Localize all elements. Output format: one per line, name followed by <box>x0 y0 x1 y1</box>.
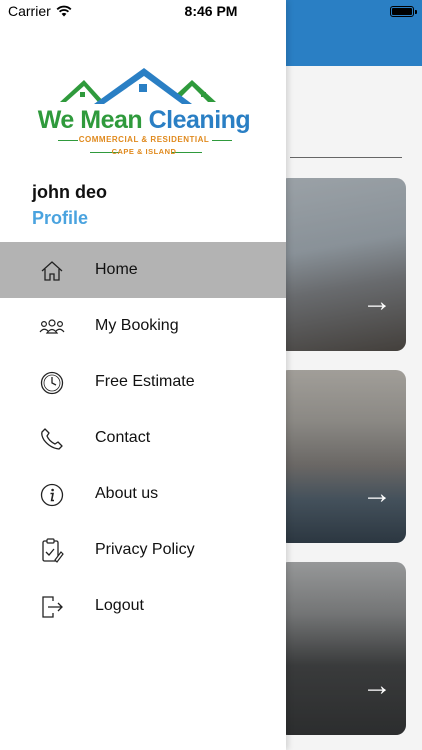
profile-link[interactable]: Profile <box>32 208 88 229</box>
arrow-right-icon: → <box>362 285 392 318</box>
logo-title: We Mean Cleaning <box>37 106 251 134</box>
carrier-label: Carrier <box>8 3 51 19</box>
menu-item-my-booking[interactable]: My Booking <box>0 298 286 354</box>
clock-icon <box>39 370 65 396</box>
phone-icon <box>39 426 65 452</box>
logout-icon <box>39 594 65 620</box>
info-icon <box>39 482 65 508</box>
group-icon <box>39 314 65 340</box>
menu-item-home[interactable]: Home <box>0 242 286 298</box>
menu-item-about-us[interactable]: About us <box>0 466 286 522</box>
battery-icon <box>390 5 417 17</box>
status-bar: Carrier 8:46 PM <box>0 0 422 22</box>
service-card-1[interactable]: → <box>278 178 406 351</box>
menu-item-free-estimate[interactable]: Free Estimate <box>0 354 286 410</box>
arrow-right-icon: → <box>362 669 392 702</box>
menu-item-logout[interactable]: Logout <box>0 578 286 634</box>
wifi-icon <box>56 5 72 17</box>
logo-subtitle-2: CAPE & ISLAND <box>111 147 177 156</box>
service-card-2[interactable]: → <box>278 370 406 543</box>
menu-item-privacy-policy[interactable]: Privacy Policy <box>0 522 286 578</box>
menu-item-contact[interactable]: Contact <box>0 410 286 466</box>
policy-icon <box>39 538 65 564</box>
navigation-drawer: We Mean Cleaning COMMERCIAL & RESIDENTIA… <box>0 0 286 750</box>
background-divider <box>290 157 402 158</box>
user-name: john deo <box>32 182 107 202</box>
drawer-menu: Home My Booking Free Estimate Contact Ab… <box>0 242 286 634</box>
logo-subtitle-1: COMMERCIAL & RESIDENTIAL <box>78 135 210 144</box>
arrow-right-icon: → <box>362 477 392 510</box>
home-icon <box>39 258 65 284</box>
service-card-3[interactable]: → <box>278 562 406 735</box>
